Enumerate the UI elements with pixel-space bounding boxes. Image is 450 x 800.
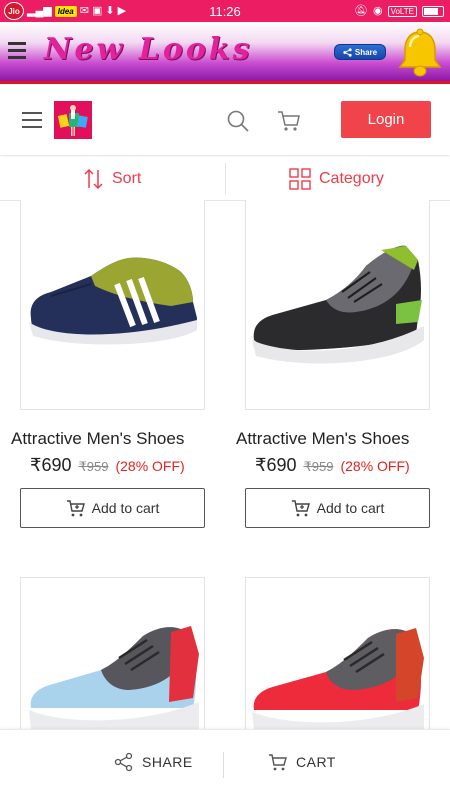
add-to-cart-button[interactable]: Add to cart (245, 488, 430, 528)
bottom-action-bar: SHARE CART (0, 729, 450, 800)
app-header: New Looks Share (0, 22, 450, 84)
bottom-share-label: SHARE (142, 754, 193, 770)
filter-divider (225, 163, 226, 195)
login-button[interactable]: Login (341, 101, 431, 138)
cart-icon[interactable] (277, 109, 301, 133)
add-to-cart-label: Add to cart (91, 500, 160, 516)
category-button[interactable]: Category (289, 157, 384, 201)
grey-black-green-sneaker-image (252, 245, 424, 364)
product-title[interactable]: Attractive Men's Shoes (236, 429, 450, 449)
add-to-cart-button[interactable]: Add to cart (20, 488, 205, 528)
share-button[interactable]: Share (334, 44, 386, 60)
product-image[interactable] (245, 577, 430, 729)
product-mrp: ₹959 (303, 459, 334, 474)
add-cart-icon (291, 500, 310, 517)
filter-bar: Sort Category (0, 157, 450, 201)
product-discount: (28% OFF) (340, 458, 410, 474)
app-screen: Jio ▂▄▆ Idea ✉ ▣ ⬇ ▶ 11:26 🔕︎ ◉ VoLTE Ne… (0, 0, 450, 800)
grid-icon (289, 168, 311, 190)
add-to-cart-label: Add to cart (316, 500, 385, 516)
skyblue-red-sneaker-image (29, 626, 199, 729)
notification-bell-icon[interactable] (396, 28, 444, 78)
bottom-divider (223, 752, 224, 778)
sort-button[interactable]: Sort (84, 157, 141, 201)
bottom-cart-button[interactable]: CART (268, 752, 336, 772)
product-image[interactable] (20, 577, 205, 729)
price-row: ₹690 ₹959 (28% OFF) (30, 455, 185, 476)
status-bar: Jio ▂▄▆ Idea ✉ ▣ ⬇ ▶ 11:26 🔕︎ ◉ VoLTE (0, 0, 450, 22)
volte-badge: VoLTE (387, 5, 417, 17)
sort-label: Sort (112, 170, 142, 187)
cart-icon (269, 754, 287, 771)
share-icon (114, 752, 133, 772)
add-cart-icon (66, 500, 85, 517)
product-price: ₹690 (255, 455, 297, 475)
brand-logo: New Looks (44, 32, 253, 67)
red-grey-sneaker-image (252, 628, 424, 729)
price-row: ₹690 ₹959 (28% OFF) (255, 455, 410, 476)
share-icon (343, 47, 352, 57)
search-icon[interactable] (226, 109, 250, 133)
sort-icon (84, 168, 103, 190)
header-menu-icon[interactable] (8, 42, 26, 63)
navy-lime-sneaker-image (29, 257, 198, 345)
product-price: ₹690 (30, 455, 72, 475)
mute-icon: 🔕︎ (354, 4, 368, 17)
status-right: 🔕︎ ◉ VoLTE (354, 4, 444, 17)
battery-icon (422, 5, 444, 17)
product-discount: (28% OFF) (115, 458, 185, 474)
share-button-label: Share (354, 47, 378, 57)
bottom-cart-label: CART (296, 754, 336, 770)
category-label: Category (319, 170, 384, 187)
nav-menu-icon[interactable] (22, 112, 42, 133)
store-logo[interactable] (54, 101, 92, 139)
bottom-share-button[interactable]: SHARE (114, 752, 193, 772)
product-mrp: ₹959 (78, 459, 109, 474)
product-image[interactable] (20, 200, 205, 410)
shopping-bags-icon (54, 101, 92, 139)
product-image[interactable] (245, 200, 430, 410)
eye-icon: ◉ (372, 4, 383, 17)
product-title[interactable]: Attractive Men's Shoes (11, 429, 226, 449)
